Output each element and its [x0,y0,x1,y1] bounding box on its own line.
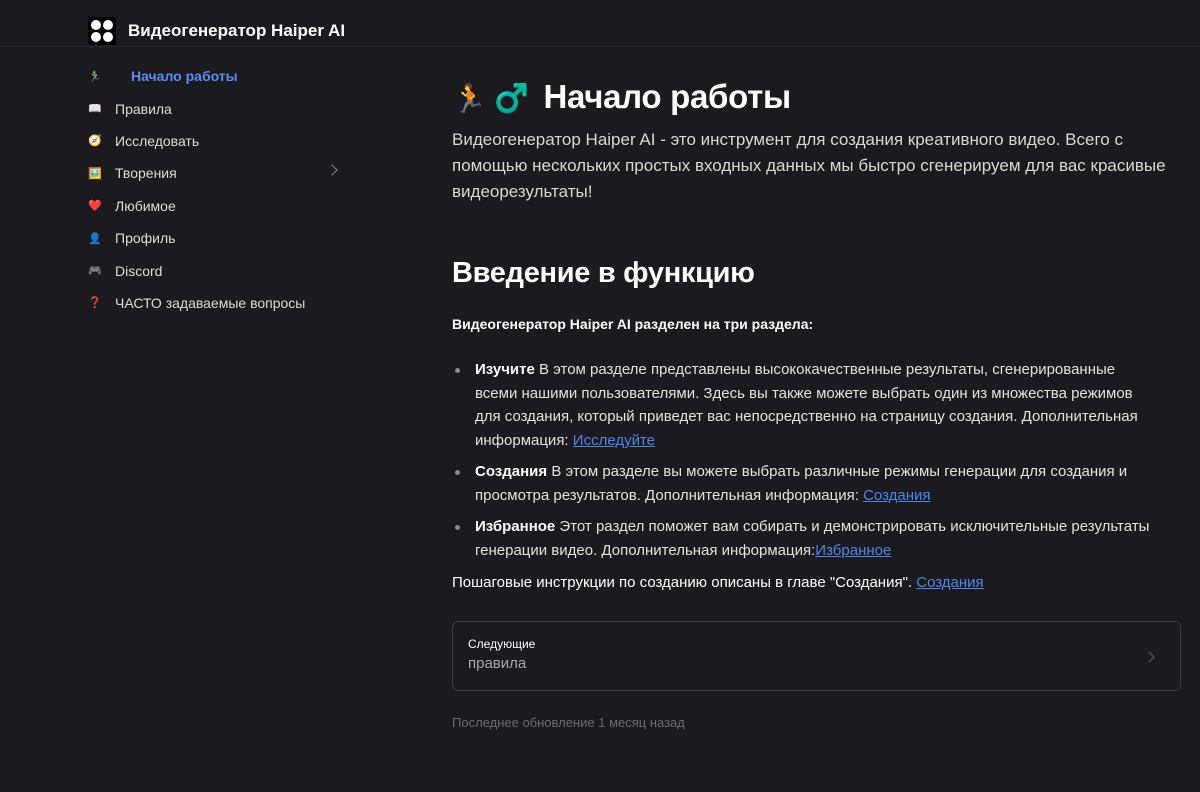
runner-icon: 🏃‍♂️ [88,70,102,83]
section-title: Введение в функцию [452,257,755,289]
sidebar-item-label: Discord [115,262,163,279]
sidebar-item-rules[interactable]: 📖 Правила [88,92,344,124]
last-updated: Последнее обновление 1 месяц назад [452,715,685,730]
list-item: Изучите В этом разделе представлены высо… [452,358,1152,452]
top-bar: Видеогенератор Haiper AI [0,0,1200,47]
compass-icon: 🧭 [88,135,102,148]
sidebar-item-label: Правила [115,100,172,117]
site-title[interactable]: Видеогенератор Haiper AI [128,21,345,41]
sidebar-nav: 🏃‍♂️ Начало работы 📖 Правила 🧭 Исследова… [88,60,344,319]
steps-paragraph: Пошаговые инструкции по созданию описаны… [452,574,984,591]
sidebar-item-label: Любимое [115,197,176,214]
book-icon: 📖 [88,103,102,116]
chevron-right-icon[interactable] [326,164,338,176]
sidebar-item-discord[interactable]: 🎮 Discord [88,254,344,286]
steps-creations-link[interactable]: Создания [916,574,983,591]
gamepad-icon: 🎮 [88,265,102,278]
feature-term: Избранное [475,518,556,535]
list-item: Избранное Этот раздел поможет вам собира… [452,515,1152,562]
feature-term: Создания [475,463,548,480]
sidebar-item-label: Творения [115,165,177,182]
sidebar-item-label: Начало работы [131,68,238,85]
feature-text: Этот раздел поможет вам собирать и демон… [475,518,1150,559]
sidebar-item-faq[interactable]: ❓ ЧАСТО задаваемые вопросы [88,287,344,319]
picture-icon: 🖼️ [88,167,102,180]
page-title: 🏃 ♂️ Начало работы [452,78,791,116]
steps-text: Пошаговые инструкции по созданию описаны… [452,574,917,591]
sidebar-item-creations[interactable]: 🖼️ Творения [88,157,344,189]
list-item: Создания В этом разделе вы можете выбрат… [452,460,1152,507]
sidebar-item-label: Профиль [115,230,176,247]
favorites-link[interactable]: Избранное [815,542,891,559]
page-title-text: Начало работы [543,78,791,115]
sidebar-item-getting-started[interactable]: 🏃‍♂️ Начало работы [88,60,344,92]
sidebar-item-label: Исследовать [115,132,200,149]
feature-text: В этом разделе вы можете выбрать различн… [475,463,1128,504]
question-icon: ❓ [88,297,102,310]
sidebar-item-explore[interactable]: 🧭 Исследовать [88,125,344,157]
user-icon: 👤 [88,232,102,245]
runner-icon: 🏃 ♂️ [452,83,529,114]
next-title: правила [468,655,527,672]
next-label: Следующие [468,637,536,651]
feature-term: Изучите [475,361,535,378]
chevron-right-icon [1143,651,1155,663]
heart-icon: ❤️ [88,200,102,213]
explore-link[interactable]: Исследуйте [573,432,655,449]
sidebar-item-favorites[interactable]: ❤️ Любимое [88,190,344,222]
section-lead: Видеогенератор Haiper AI разделен на три… [452,316,814,332]
intro-paragraph: Видеогенератор Haiper AI - это инструмен… [452,130,1166,201]
next-page-card[interactable]: Следующие правила [452,621,1181,691]
sidebar-item-label: ЧАСТО задаваемые вопросы [115,294,306,311]
haiper-logo-icon[interactable] [88,17,116,45]
creations-link[interactable]: Создания [863,487,930,504]
sidebar-item-profile[interactable]: 👤 Профиль [88,222,344,254]
feature-list: Изучите В этом разделе представлены высо… [452,358,1152,570]
